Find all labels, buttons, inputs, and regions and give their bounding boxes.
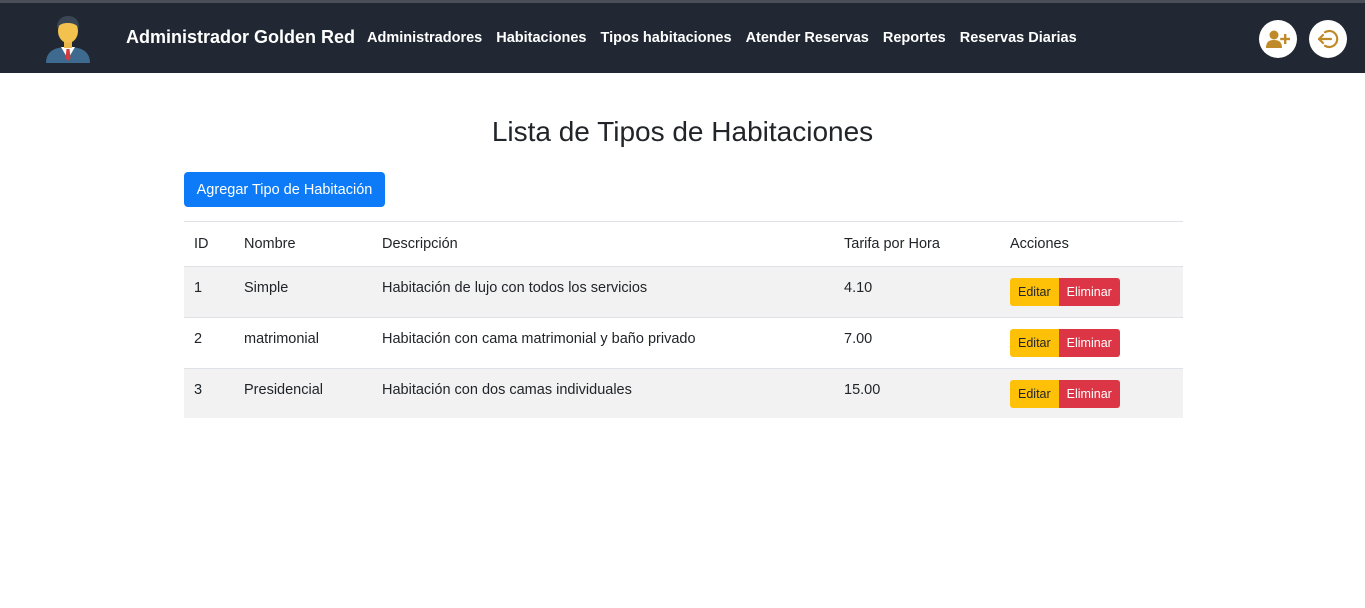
nav-link-tipos-habitaciones[interactable]: Tipos habitaciones <box>600 30 731 46</box>
cell-id: 1 <box>194 280 203 296</box>
nav-link-habitaciones[interactable]: Habitaciones <box>496 30 586 46</box>
user-plus-icon <box>1266 30 1290 48</box>
cell-descripcion: Habitación con cama matrimonial y baño p… <box>382 331 696 347</box>
nav-link-reportes[interactable]: Reportes <box>883 30 946 46</box>
nav-link-administradores[interactable]: Administradores <box>367 30 482 46</box>
header-acciones: Acciones <box>1010 236 1069 252</box>
cell-tarifa: 15.00 <box>844 382 881 398</box>
add-room-type-button[interactable]: Agregar Tipo de Habitación <box>184 172 385 207</box>
logout-icon <box>1317 29 1339 49</box>
cell-nombre: matrimonial <box>244 331 319 347</box>
admin-avatar-icon <box>43 15 93 65</box>
header-nombre: Nombre <box>244 236 296 252</box>
cell-acciones: Editar Eliminar <box>1000 318 1183 369</box>
page-title: Lista de Tipos de Habitaciones <box>491 116 874 147</box>
header-id: ID <box>194 236 209 252</box>
add-user-button[interactable] <box>1259 20 1297 58</box>
edit-button[interactable]: Editar <box>1010 278 1059 306</box>
action-buttons: Editar Eliminar <box>1010 329 1183 357</box>
action-buttons: Editar Eliminar <box>1010 380 1183 408</box>
logout-button[interactable] <box>1309 20 1347 58</box>
cell-tarifa: 7.00 <box>844 331 873 347</box>
nav-link-atender-reservas[interactable]: Atender Reservas <box>746 30 869 46</box>
table-header-row: ID Nombre Descripción Tarifa por Hora Ac… <box>184 221 1183 267</box>
cell-id: 2 <box>194 331 203 347</box>
delete-button[interactable]: Eliminar <box>1058 278 1120 306</box>
room-types-table: ID Nombre Descripción Tarifa por Hora Ac… <box>184 221 1183 418</box>
cell-acciones: Editar Eliminar <box>1000 369 1183 418</box>
edit-button[interactable]: Editar <box>1010 329 1059 357</box>
cell-acciones: Editar Eliminar <box>1000 267 1183 318</box>
nav-links: Administradores Habitaciones Tipos habit… <box>367 30 1091 46</box>
cell-tarifa: 4.10 <box>844 280 873 296</box>
cell-nombre: Simple <box>244 280 289 296</box>
nav-link-reservas-diarias[interactable]: Reservas Diarias <box>960 30 1077 46</box>
edit-button[interactable]: Editar <box>1010 380 1059 408</box>
brand-title[interactable]: Administrador Golden Red <box>126 27 355 48</box>
cell-descripcion: Habitación con dos camas individuales <box>382 382 632 398</box>
header-descripcion: Descripción <box>382 236 458 252</box>
table-row: 3 Presidencial Habitación con dos camas … <box>184 368 1183 418</box>
cell-id: 3 <box>194 382 203 398</box>
delete-button[interactable]: Eliminar <box>1058 329 1120 357</box>
cell-nombre: Presidencial <box>244 382 323 398</box>
table-row: 1 Simple Habitación de lujo con todos lo… <box>184 266 1183 318</box>
navbar: Administrador Golden Red Administradores… <box>0 3 1365 73</box>
delete-button[interactable]: Eliminar <box>1058 380 1120 408</box>
action-buttons: Editar Eliminar <box>1010 278 1183 306</box>
header-tarifa: Tarifa por Hora <box>844 236 940 252</box>
table-row: 2 matrimonial Habitación con cama matrim… <box>184 318 1183 369</box>
cell-descripcion: Habitación de lujo con todos los servici… <box>382 280 648 296</box>
